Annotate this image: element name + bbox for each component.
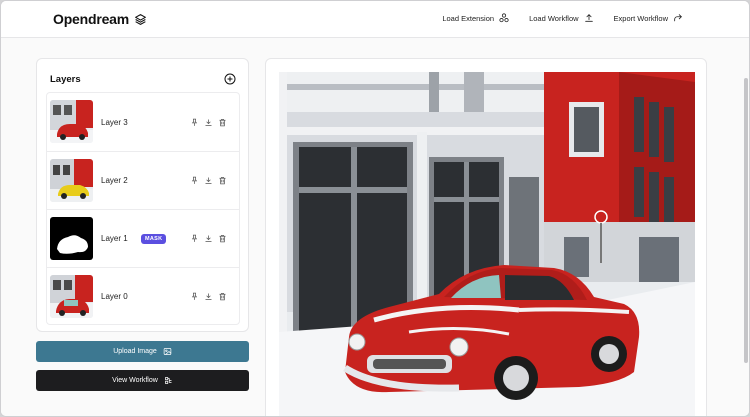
load-extension-button[interactable]: Load Extension [442,13,509,23]
workflow-icon [164,376,173,385]
upload-image-label: Upload Image [113,348,157,355]
app-window: Opendream Load Extension Load Workflow E… [0,0,750,417]
top-nav: Load Extension Load Workflow Export Work… [442,13,683,23]
share-arrow-icon [673,13,683,23]
download-icon[interactable] [204,292,213,301]
layer-row-2[interactable]: Layer 2 [47,151,239,209]
layer-actions [190,118,227,127]
layer-thumbnail [50,100,93,143]
canvas-image[interactable] [279,72,695,417]
layers-title: Layers [50,74,81,85]
add-layer-button[interactable] [224,72,236,90]
plus-circle-icon [224,73,236,85]
top-bar: Opendream Load Extension Load Workflow E… [1,1,749,38]
layer-actions [190,176,227,185]
trash-icon[interactable] [218,234,227,243]
layer-name: Layer 2 [101,176,128,185]
image-icon [163,347,172,356]
view-workflow-button[interactable]: View Workflow [36,370,249,391]
layers-stack-icon [134,13,147,26]
layer-row-3[interactable]: Layer 3 [47,93,239,151]
brand[interactable]: Opendream [53,11,147,27]
layer-thumbnail [50,275,93,318]
pin-icon[interactable] [190,118,199,127]
upload-image-button[interactable]: Upload Image [36,341,249,362]
mask-badge: MASK [141,233,167,244]
canvas-panel [265,58,707,417]
upload-icon [584,13,594,23]
app-title: Opendream [53,11,129,27]
load-workflow-label: Load Workflow [529,13,579,23]
load-extension-label: Load Extension [442,13,495,23]
download-icon[interactable] [204,118,213,127]
main-area: Layers Layer 3 Layer 2 Layer 1 MASK Laye… [1,38,749,417]
export-workflow-label: Export Workflow [613,13,668,23]
layer-name: Layer 3 [101,117,128,127]
layer-row-0[interactable]: Layer 0 [47,267,239,324]
layer-name: Layer 0 [101,292,128,301]
download-icon[interactable] [204,176,213,185]
layer-thumbnail [50,159,93,202]
layers-panel: Layers Layer 3 Layer 2 Layer 1 MASK Laye… [36,58,249,332]
scrollbar[interactable] [744,78,748,363]
download-icon[interactable] [204,234,213,243]
layer-name: Layer 1 [101,234,128,243]
layer-thumbnail-mask [50,217,93,260]
pin-icon[interactable] [190,176,199,185]
trash-icon[interactable] [218,292,227,301]
layers-list: Layer 3 Layer 2 Layer 1 MASK Layer 0 [46,92,240,325]
trash-icon[interactable] [218,176,227,185]
pin-icon[interactable] [190,234,199,243]
layer-actions [190,292,227,301]
view-workflow-label: View Workflow [112,377,158,384]
layer-row-1[interactable]: Layer 1 MASK [47,209,239,267]
trash-icon[interactable] [218,118,227,127]
pin-icon[interactable] [190,292,199,301]
extension-icon [499,13,509,23]
load-workflow-button[interactable]: Load Workflow [529,13,593,23]
export-workflow-button[interactable]: Export Workflow [614,13,683,23]
layer-actions [190,234,227,243]
